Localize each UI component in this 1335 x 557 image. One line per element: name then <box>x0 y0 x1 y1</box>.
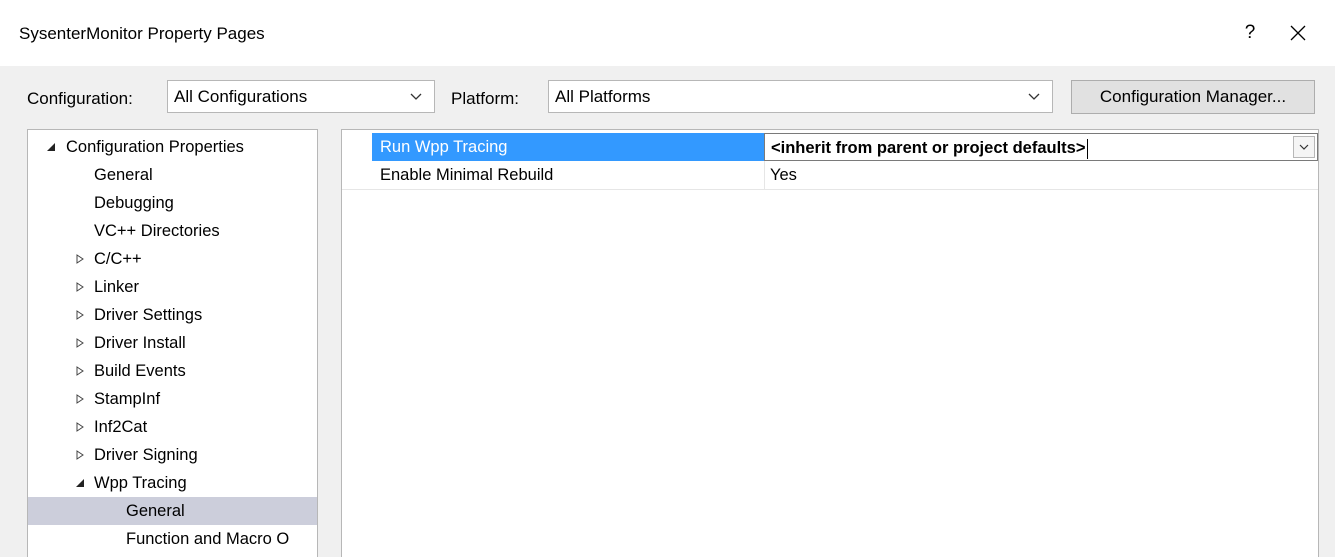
configuration-dropdown[interactable]: All Configurations <box>167 80 435 113</box>
tree-item-wpp-general[interactable]: General <box>28 497 317 525</box>
help-button[interactable]: ? <box>1230 14 1270 52</box>
platform-dropdown[interactable]: All Platforms <box>548 80 1053 113</box>
tree-item-driver-signing[interactable]: Driver Signing <box>28 441 317 469</box>
tree-item-function-and-macro[interactable]: Function and Macro O <box>28 525 317 553</box>
value-dropdown-button[interactable] <box>1293 136 1315 158</box>
triangle-collapsed-icon <box>76 366 84 376</box>
platform-label: Platform: <box>451 89 520 108</box>
tree-item-linker[interactable]: Linker <box>28 273 317 301</box>
tree-item-c-cpp[interactable]: C/C++ <box>28 245 317 273</box>
property-row-run-wpp-tracing[interactable]: Run Wpp Tracing <inherit from parent or … <box>342 133 1318 161</box>
tree-item-wpp-tracing[interactable]: Wpp Tracing <box>28 469 317 497</box>
triangle-collapsed-icon <box>76 338 84 348</box>
triangle-collapsed-icon <box>76 394 84 404</box>
triangle-collapsed-icon <box>76 310 84 320</box>
help-icon: ? <box>1244 22 1256 43</box>
chevron-down-icon <box>1028 93 1040 100</box>
triangle-expanded-icon <box>47 143 55 151</box>
tree-item-general[interactable]: General <box>28 161 317 189</box>
property-grid: Run Wpp Tracing <inherit from parent or … <box>341 129 1319 557</box>
platform-value: All Platforms <box>555 87 651 106</box>
title-bar: SysenterMonitor Property Pages ? <box>0 0 1335 66</box>
property-name: Enable Minimal Rebuild <box>380 166 554 184</box>
tree-item-driver-install[interactable]: Driver Install <box>28 329 317 357</box>
tree-item-build-events[interactable]: Build Events <box>28 357 317 385</box>
tree-item-debugging[interactable]: Debugging <box>28 189 317 217</box>
triangle-collapsed-icon <box>76 450 84 460</box>
triangle-collapsed-icon <box>76 282 84 292</box>
property-value: <inherit from parent or project defaults… <box>771 139 1086 157</box>
property-row-enable-minimal-rebuild[interactable]: Enable Minimal Rebuild Yes <box>342 161 1318 190</box>
close-icon <box>1290 25 1306 41</box>
tree-item-inf2cat[interactable]: Inf2Cat <box>28 413 317 441</box>
triangle-collapsed-icon <box>76 254 84 264</box>
tree-item-stampinf[interactable]: StampInf <box>28 385 317 413</box>
text-caret <box>1087 138 1089 159</box>
tree-item-driver-settings[interactable]: Driver Settings <box>28 301 317 329</box>
close-button[interactable] <box>1278 14 1318 52</box>
configuration-manager-label: Configuration Manager... <box>1099 87 1287 106</box>
triangle-expanded-icon <box>76 479 84 487</box>
chevron-down-icon <box>1299 144 1309 150</box>
window-title: SysenterMonitor Property Pages <box>19 24 265 43</box>
triangle-collapsed-icon <box>76 422 84 432</box>
configuration-manager-button[interactable]: Configuration Manager... <box>1071 80 1315 114</box>
property-tree[interactable]: Configuration Properties General Debuggi… <box>27 129 318 557</box>
configuration-value: All Configurations <box>174 87 308 106</box>
property-name: Run Wpp Tracing <box>372 133 764 161</box>
chevron-down-icon <box>410 93 422 100</box>
property-value-editor[interactable]: <inherit from parent or project defaults… <box>764 133 1318 161</box>
tree-item-vc-directories[interactable]: VC++ Directories <box>28 217 317 245</box>
configuration-label: Configuration: <box>27 89 133 108</box>
tree-item-configuration-properties[interactable]: Configuration Properties <box>28 133 317 161</box>
property-value: Yes <box>770 166 797 184</box>
